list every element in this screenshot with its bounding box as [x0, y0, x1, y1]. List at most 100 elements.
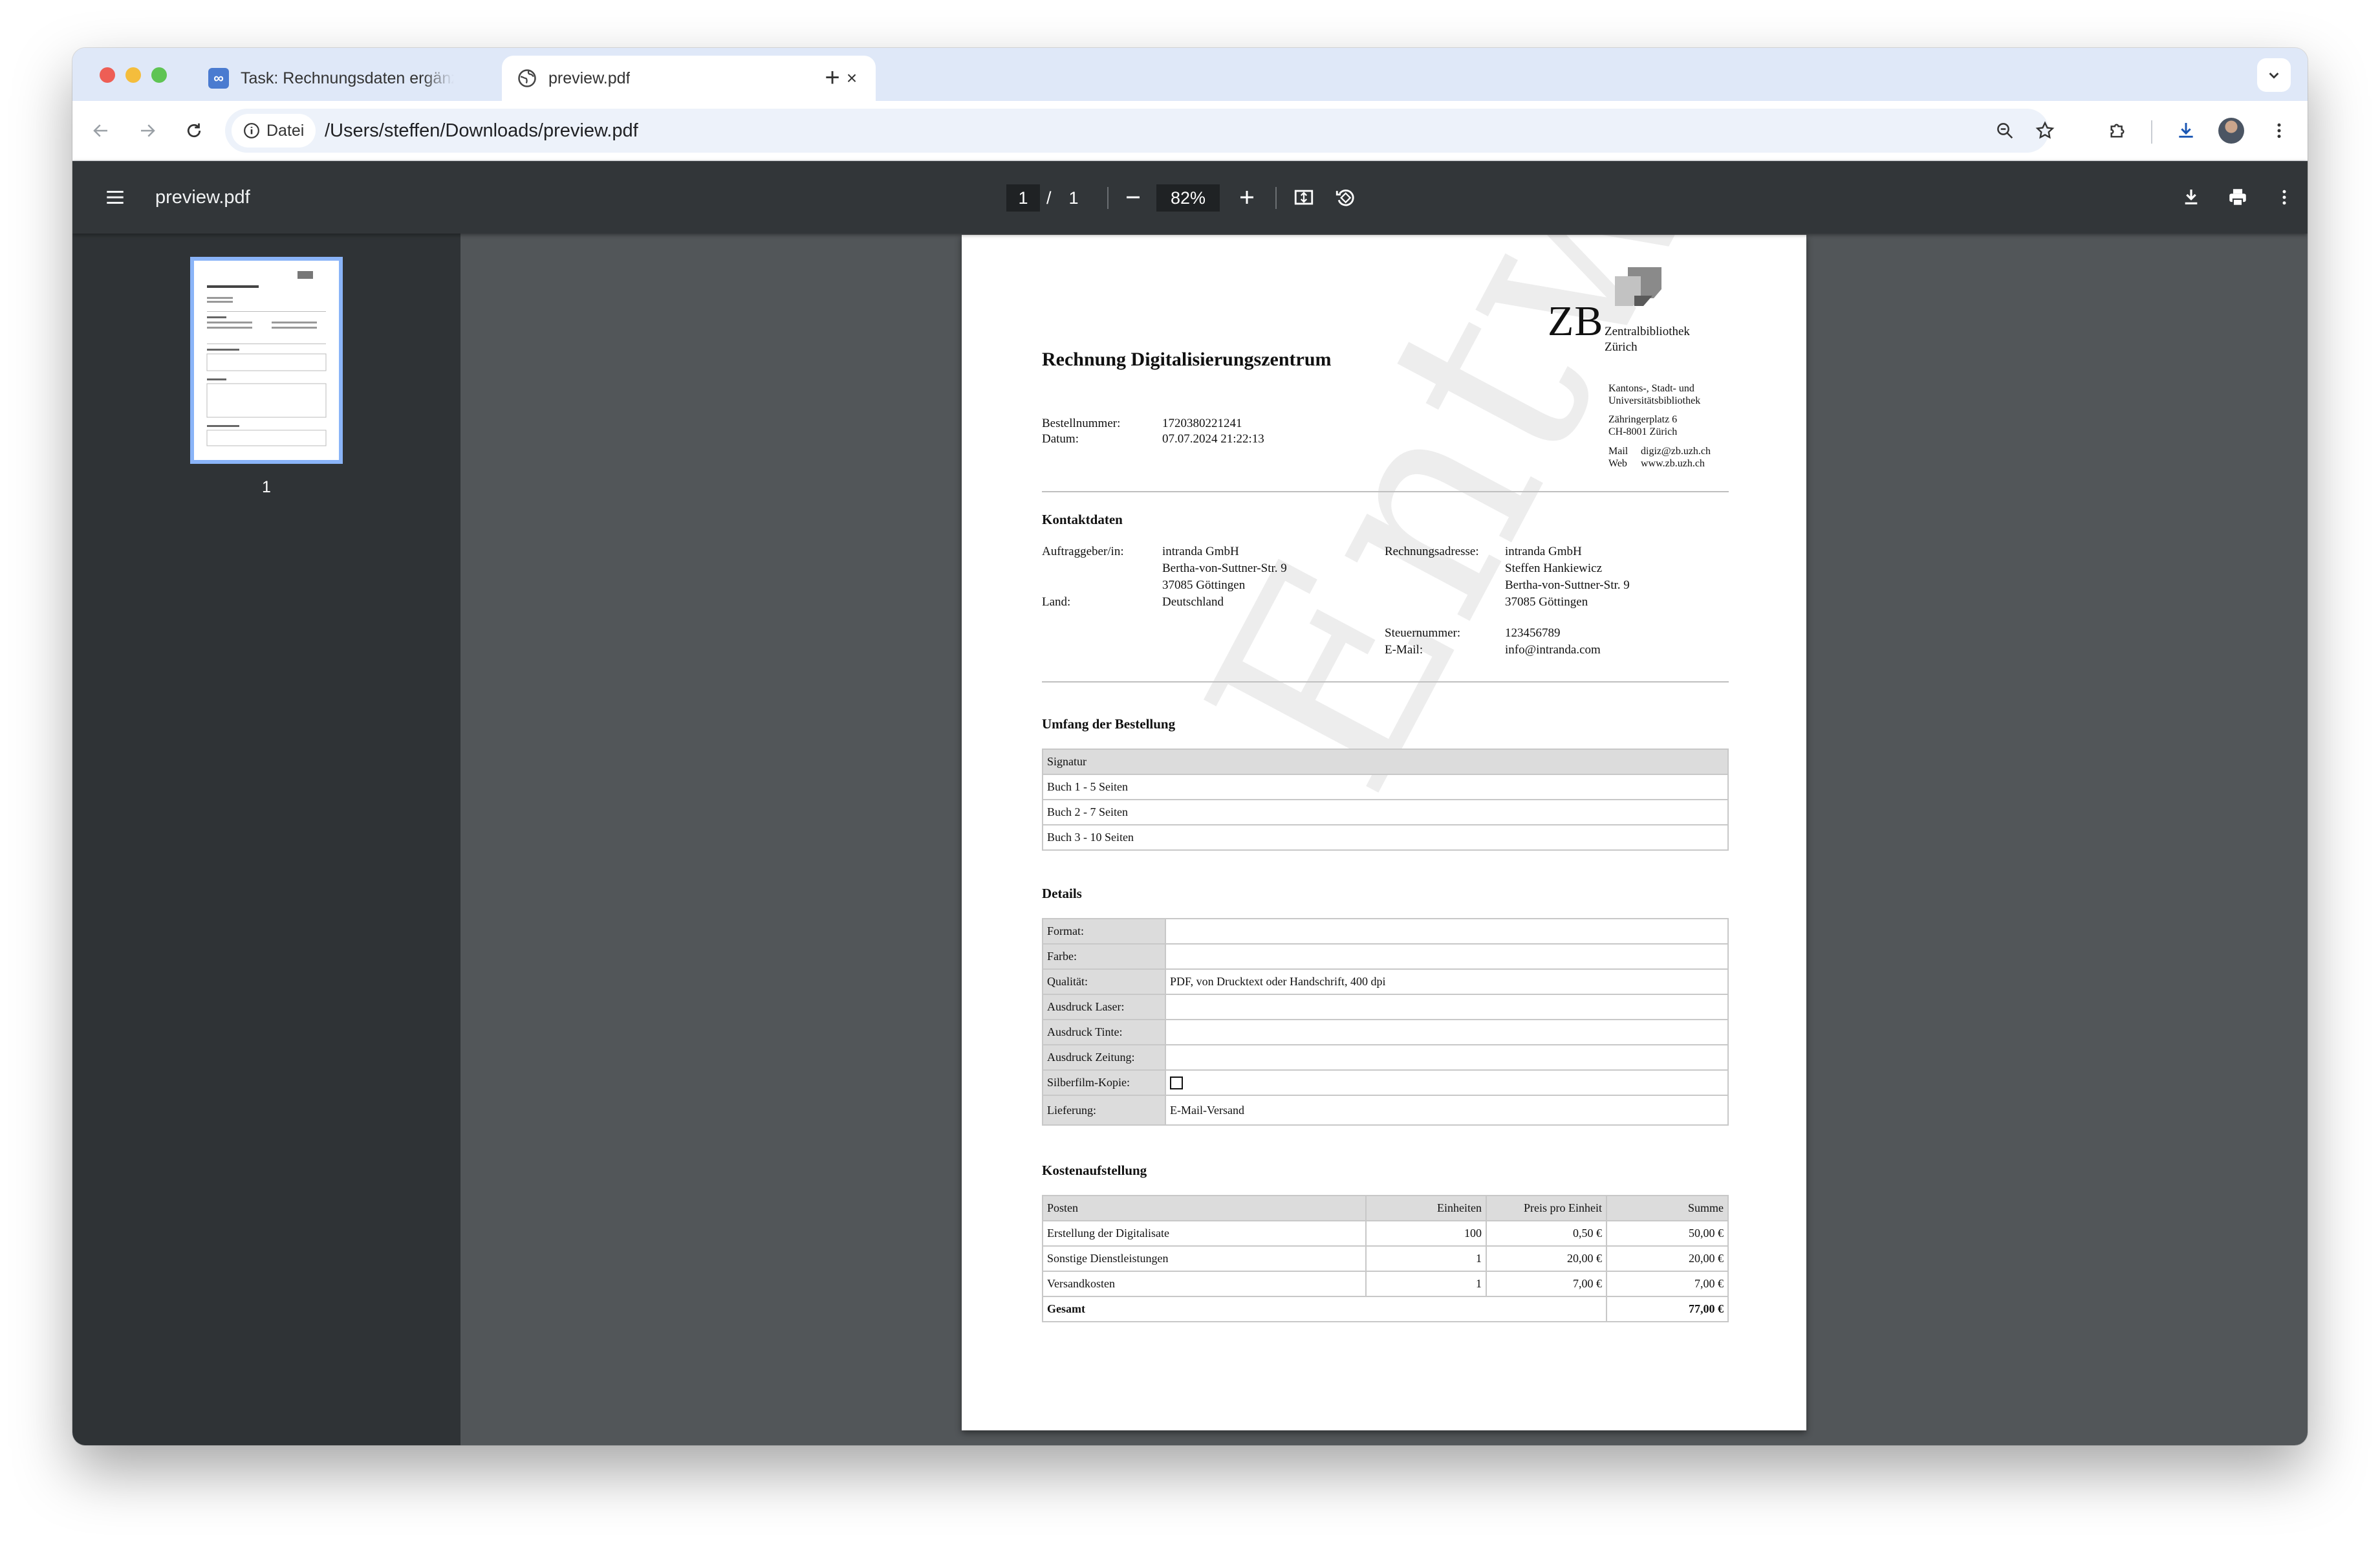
- zoom-level-input[interactable]: 82%: [1156, 184, 1220, 212]
- page-total: 1: [1068, 188, 1079, 208]
- more-vertical-icon: [2277, 123, 2281, 138]
- toolbar-separator: [2151, 120, 2152, 144]
- zb-logo-letters: ZB: [1548, 298, 1604, 345]
- download-icon: [2185, 190, 2198, 204]
- tax-value: 123456789: [1505, 626, 1561, 640]
- tab-search-button[interactable]: [2257, 58, 2291, 92]
- billing-line-2: Steffen Hankiewicz: [1505, 562, 1603, 575]
- table-row: Qualität: PDF, von Drucktext oder Handsch…: [1042, 968, 1729, 995]
- contact-heading: Kontaktdaten: [1042, 512, 1123, 527]
- logo-line-2: Zürich: [1605, 340, 1638, 354]
- detail-value-cell: PDF, von Drucktext oder Handschrift, 400…: [1165, 968, 1729, 995]
- puzzle-icon: [2110, 124, 2125, 138]
- browser-window: ∞ Task: Rechnungsdaten ergänzen × previe…: [72, 48, 2308, 1445]
- order-date: 07.07.2024 21:22:13: [1162, 432, 1264, 446]
- page-thumbnail[interactable]: [190, 257, 343, 464]
- library-line-1: Kantons-, Stadt- und: [1608, 383, 1694, 394]
- detail-value-cell: [1165, 994, 1729, 1020]
- maximize-window-button[interactable]: [151, 67, 167, 83]
- scope-header-cell: Signatur: [1042, 749, 1729, 775]
- arrow-left-icon: [93, 124, 107, 137]
- table-row: Format:: [1042, 918, 1729, 945]
- print-icon: [2229, 189, 2246, 206]
- library-mail: digiz@zb.uzh.ch: [1641, 446, 1711, 457]
- sidebar-toggle-button[interactable]: [98, 180, 132, 214]
- url-text[interactable]: /Users/steffen/Downloads/preview.pdf: [325, 109, 638, 153]
- print-button[interactable]: [2221, 180, 2255, 214]
- cost-cell: 7,00 €: [1486, 1271, 1607, 1297]
- document-title: preview.pdf: [155, 187, 250, 208]
- table-row: Buch 1 - 5 Seiten: [1042, 774, 1729, 800]
- forward-button[interactable]: [132, 115, 163, 146]
- order-number: 1720380221241: [1162, 417, 1242, 430]
- minimize-window-button[interactable]: [125, 67, 141, 83]
- cost-header-cell: Summe: [1606, 1195, 1729, 1221]
- menu-icon: [107, 190, 124, 204]
- pdf-viewport[interactable]: Entwurf ZB Zentralbibliothek Zürich Rech…: [460, 234, 2308, 1445]
- new-tab-button[interactable]: +: [816, 62, 849, 94]
- tab-strip: ∞ Task: Rechnungsdaten ergänzen × previe…: [72, 48, 2308, 101]
- total-value-cell: 77,00 €: [1606, 1296, 1729, 1322]
- draft-watermark: Entwurf: [1149, 235, 1806, 836]
- library-line-2: Universitätsbibliothek: [1608, 395, 1701, 406]
- email-label: E-Mail:: [1385, 643, 1423, 657]
- downloads-button[interactable]: [2170, 115, 2202, 146]
- divider: [1042, 491, 1729, 492]
- country-value: Deutschland: [1162, 595, 1224, 609]
- browser-toolbar: Datei /Users/steffen/Downloads/preview.p…: [72, 101, 2308, 161]
- site-info-label: Datei: [266, 121, 305, 140]
- page-number-input[interactable]: 1: [1006, 184, 1040, 212]
- download-pdf-button[interactable]: [2174, 180, 2208, 214]
- order-number-label: Bestellnummer:: [1042, 417, 1121, 430]
- zoom-icon[interactable]: [1991, 116, 2019, 145]
- detail-value-cell: [1165, 943, 1729, 970]
- cost-cell: 1: [1365, 1245, 1487, 1272]
- cost-cell: Erstellung der Digitalisate: [1042, 1220, 1367, 1247]
- zoom-in-button[interactable]: [1230, 180, 1264, 214]
- detail-label-cell: Lieferung:: [1042, 1095, 1166, 1126]
- detail-label-cell: Qualität:: [1042, 968, 1166, 995]
- scope-table: Signatur Buch 1 - 5 Seiten Buch 2 - 7 Se…: [1042, 749, 1729, 851]
- tab-title: preview.pdf: [548, 69, 631, 87]
- back-button[interactable]: [85, 115, 116, 146]
- pdf-viewer-toolbar: preview.pdf 1 / 1 82%: [72, 161, 2308, 234]
- order-date-label: Datum:: [1042, 432, 1079, 446]
- address-bar[interactable]: Datei /Users/steffen/Downloads/preview.p…: [225, 109, 2055, 153]
- costs-heading: Kostenaufstellung: [1042, 1163, 1147, 1178]
- rotate-icon: [1336, 189, 1354, 206]
- browser-menu-button[interactable]: [2264, 115, 2295, 146]
- extensions-button[interactable]: [2102, 115, 2133, 146]
- site-info-chip[interactable]: Datei: [232, 114, 316, 148]
- detail-label-cell: Ausdruck Zeitung:: [1042, 1044, 1166, 1071]
- cost-cell: 0,50 €: [1486, 1220, 1607, 1247]
- logo-line-1: Zentralbibliothek: [1605, 325, 1690, 338]
- bookmark-star-icon[interactable]: [2031, 116, 2059, 145]
- billing-line-3: Bertha-von-Suttner-Str. 9: [1505, 578, 1630, 592]
- scope-cell: Buch 3 - 10 Seiten: [1042, 824, 1729, 851]
- detail-value-cell: E-Mail-Versand: [1165, 1095, 1729, 1126]
- cost-cell: 20,00 €: [1486, 1245, 1607, 1272]
- profile-avatar[interactable]: [2218, 118, 2244, 144]
- minus-icon: [1127, 196, 1140, 199]
- total-label-cell: Gesamt: [1042, 1296, 1607, 1322]
- reload-icon: [187, 123, 201, 138]
- table-header-row: Signatur: [1042, 749, 1729, 775]
- table-row: Versandkosten 1 7,00 € 7,00 €: [1042, 1271, 1729, 1297]
- library-street: Zähringerplatz 6: [1608, 414, 1678, 425]
- detail-label-cell: Ausdruck Tinte:: [1042, 1019, 1166, 1045]
- close-window-button[interactable]: [100, 67, 115, 83]
- cost-cell: 1: [1365, 1271, 1487, 1297]
- reload-button[interactable]: [178, 115, 210, 146]
- zoom-out-button[interactable]: [1116, 180, 1150, 214]
- download-icon: [2179, 123, 2193, 138]
- client-line-1: intranda GmbH: [1162, 545, 1239, 558]
- fit-to-page-button[interactable]: [1287, 180, 1321, 214]
- cost-cell: Sonstige Dienstleistungen: [1042, 1245, 1367, 1272]
- pdf-more-button[interactable]: [2267, 180, 2301, 214]
- cost-header-cell: Preis pro Einheit: [1486, 1195, 1607, 1221]
- detail-value-cell: [1165, 918, 1729, 945]
- rotate-button[interactable]: [1328, 180, 1362, 214]
- table-row: Ausdruck Tinte:: [1042, 1019, 1729, 1045]
- scope-cell: Buch 2 - 7 Seiten: [1042, 799, 1729, 825]
- more-vertical-icon: [2282, 190, 2286, 205]
